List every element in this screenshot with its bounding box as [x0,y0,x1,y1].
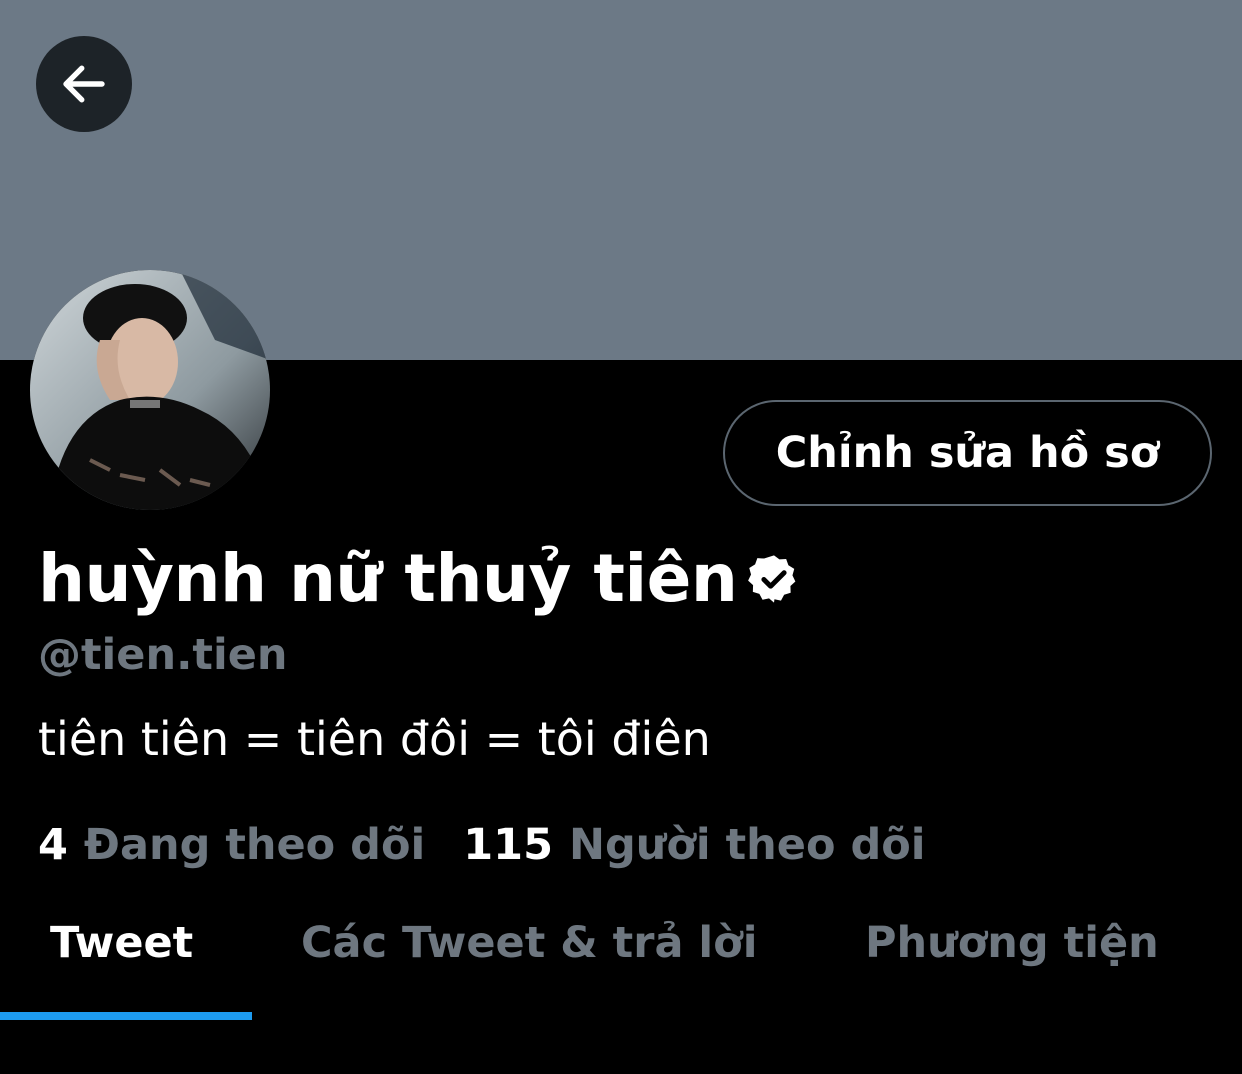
tab-media[interactable]: Phương tiện [865,918,1159,968]
profile-tabs: Tweet Các Tweet & trả lời Phương tiện [0,900,1242,1020]
name-row: huỳnh nữ thuỷ tiên [38,540,801,617]
following-label: Đang theo dõi [83,820,426,870]
followers-label: Người theo dõi [569,820,926,870]
tab-tweets[interactable]: Tweet [50,918,193,968]
avatar[interactable] [30,270,270,510]
avatar-photo [30,270,270,510]
tab-tweets-replies[interactable]: Các Tweet & trả lời [301,918,757,968]
following-count: 4 [38,820,68,870]
follow-stats: 4 Đang theo dõi 115 Người theo dõi [38,820,926,870]
followers-count: 115 [463,820,553,870]
edit-profile-button[interactable]: Chỉnh sửa hồ sơ [723,400,1212,506]
following-link[interactable]: 4 Đang theo dõi [38,820,425,870]
back-arrow-icon [63,65,105,103]
verified-badge-icon[interactable] [747,552,801,606]
followers-link[interactable]: 115 Người theo dõi [463,820,925,870]
display-name: huỳnh nữ thuỷ tiên [38,540,738,617]
active-tab-indicator [0,1012,252,1020]
user-handle: @tien.tien [38,630,288,680]
back-button[interactable] [36,36,132,132]
bio-text: tiên tiên = tiên đôi = tôi điên [38,712,711,766]
